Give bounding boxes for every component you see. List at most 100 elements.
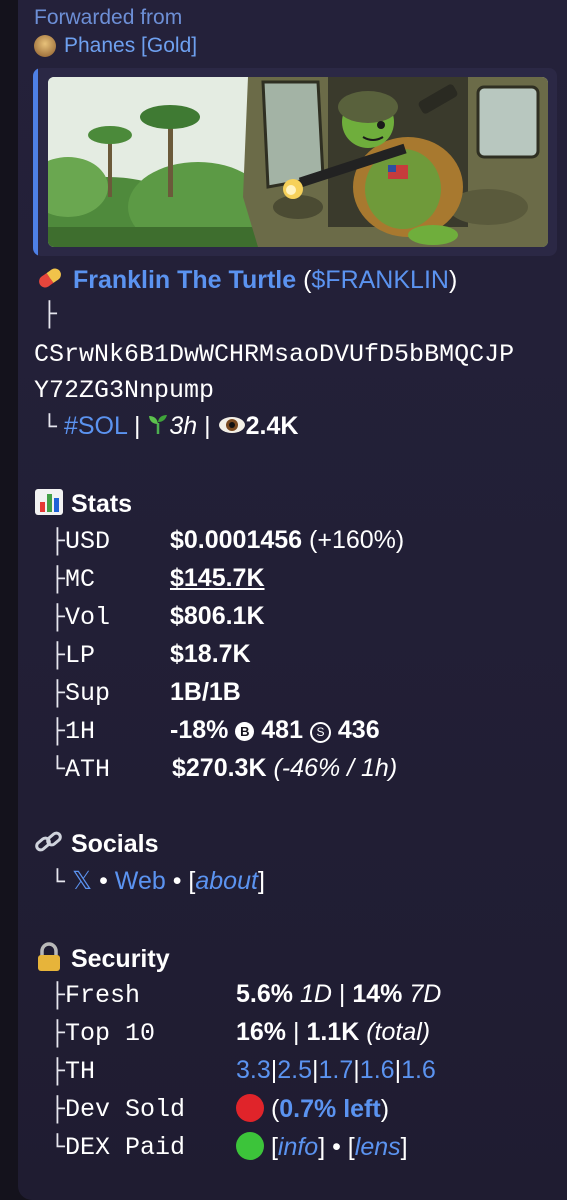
dex-bracket-close: ] [400, 1133, 408, 1161]
fresh-label: Fresh [65, 981, 141, 1010]
stats-label: ATH [65, 755, 111, 784]
dex-lens-link[interactable]: lens [355, 1133, 401, 1161]
stats-title: Stats [70, 490, 133, 519]
green-circle-icon [236, 1132, 264, 1160]
th-value-4[interactable]: 1.6 [360, 1056, 395, 1084]
stats-row-vol: ├Vol $806.1K [50, 602, 265, 632]
socials-row: └ 𝕏 • Web • [about] [50, 866, 265, 897]
fresh-branch: ├ [50, 981, 66, 1010]
ticker-link[interactable]: $FRANKLIN [311, 266, 449, 294]
top10-separator: | [293, 1018, 300, 1046]
channel-avatar-icon [34, 35, 56, 57]
sells-count: 436 [337, 716, 380, 744]
stats-branch: ├ [50, 565, 66, 594]
top10-label: Top 10 [65, 1019, 156, 1048]
stats-value: $0.0001456 [170, 526, 303, 554]
sec-top10-row: ├Top 10 16% | 1.1K (total) [50, 1018, 430, 1048]
about-link[interactable]: about [195, 867, 258, 895]
sells-icon: S [309, 722, 331, 743]
socials-branch: └ [50, 868, 66, 897]
chain-hashtag[interactable]: #SOL [64, 412, 127, 440]
views-count: 2.4K [245, 412, 299, 440]
stats-branch: └ [50, 755, 66, 784]
seedling-icon [147, 413, 169, 442]
meta-branch: └ [42, 413, 58, 442]
stats-label: Sup [65, 679, 111, 708]
top10-note: (total) [366, 1018, 431, 1046]
link-icon [34, 828, 64, 863]
stats-label: 1H [65, 717, 96, 746]
dev-sold-left-link[interactable]: 0.7% left [279, 1095, 380, 1123]
token-name-link[interactable]: Franklin The Turtle [73, 266, 296, 294]
bar-chart-icon [34, 488, 64, 523]
socials-header: Socials [34, 828, 159, 863]
stats-header: Stats [34, 488, 132, 523]
th-values: 3.3|2.5|1.7|1.6|1.6 [236, 1056, 436, 1085]
stats-extra: (+160%) [302, 526, 405, 554]
th-label: TH [65, 1057, 96, 1086]
top10-branch: ├ [50, 1019, 66, 1048]
preview-accent-bar [33, 68, 38, 256]
dex-bracket-open: [ [270, 1133, 278, 1161]
fresh-separator: | [338, 980, 346, 1008]
dex-bracket-mid: ] • [ [318, 1133, 355, 1161]
token-age: 3h [169, 412, 198, 440]
stats-branch: ├ [50, 679, 66, 708]
stats-row-ath: └ATH $270.3K (-46% / 1h) [50, 754, 397, 784]
turtle-soldier-illustration [48, 77, 548, 247]
stats-row-sup: ├Sup 1B/1B [50, 678, 241, 708]
th-value-1[interactable]: 3.3 [236, 1056, 271, 1084]
eye-icon [218, 413, 246, 442]
fresh-1d-value: 5.6% [236, 980, 293, 1008]
ticker-open: ( [296, 266, 312, 295]
stats-value[interactable]: $145.7K [170, 564, 265, 592]
contract-address-line2[interactable]: Y72ZG3Nnpump [34, 376, 214, 405]
stats-value: $270.3K [172, 754, 267, 782]
stats-branch: ├ [50, 717, 66, 746]
stats-branch: ├ [50, 603, 66, 632]
stats-label: MC [65, 565, 96, 594]
forwarded-channel-link[interactable]: Phanes [Gold] [34, 34, 197, 58]
lock-icon [34, 942, 64, 979]
x-link[interactable]: 𝕏 [72, 867, 92, 895]
dex-paid-label: DEX Paid [65, 1133, 186, 1162]
buys-icon: B [235, 722, 255, 741]
buys-count: 481 [261, 716, 303, 744]
sec-th-row: ├TH 3.3|2.5|1.7|1.6|1.6 [50, 1056, 436, 1086]
stats-value: 1B/1B [170, 678, 241, 706]
link-preview[interactable] [33, 68, 557, 256]
dex-paid-branch: └ [50, 1133, 66, 1162]
stats-row-usd: ├USD $0.0001456 (+160%) [50, 526, 404, 556]
th-value-3[interactable]: 1.7 [319, 1056, 354, 1084]
socials-title: Socials [70, 830, 159, 859]
contract-address-line1[interactable]: CSrwNk6B1DwWCHRMsaoDVUfD5bBMQCJP [34, 340, 514, 369]
top10-total: 1.1K [306, 1018, 360, 1046]
stats-row-mc: ├MC $145.7K [50, 564, 265, 594]
socials-dot-1: • [99, 867, 108, 895]
stats-branch: ├ [50, 527, 66, 556]
stats-branch: ├ [50, 641, 66, 670]
ticker-close: ) [448, 266, 458, 295]
dev-sold-label: Dev Sold [65, 1095, 186, 1124]
web-link[interactable]: Web [115, 867, 166, 895]
stats-value: $806.1K [170, 602, 265, 630]
red-circle-icon [236, 1094, 264, 1122]
stats-value: -18% [170, 716, 229, 744]
fresh-1d-label: 1D [299, 980, 332, 1008]
socials-dot-2: • [172, 867, 182, 895]
security-title: Security [70, 945, 170, 974]
dex-info-link[interactable]: info [278, 1133, 318, 1161]
dev-sold-paren-close: ) [380, 1095, 390, 1123]
token-meta-row: └ #SOL | 3h | 2.4K [42, 412, 298, 442]
th-value-2[interactable]: 2.5 [277, 1056, 312, 1084]
top10-percent: 16% [236, 1018, 287, 1046]
stats-label: USD [65, 527, 111, 556]
sec-fresh-row: ├Fresh 5.6% 1D | 14% 7D [50, 980, 441, 1010]
stats-label: Vol [65, 603, 111, 632]
preview-image[interactable] [48, 77, 548, 247]
meta-separator-2: | [204, 412, 211, 440]
fresh-7d-value: 14% [352, 980, 403, 1008]
stats-extra: (-46% / 1h) [273, 754, 398, 782]
meta-separator: | [133, 412, 141, 440]
th-value-5[interactable]: 1.6 [401, 1056, 436, 1084]
